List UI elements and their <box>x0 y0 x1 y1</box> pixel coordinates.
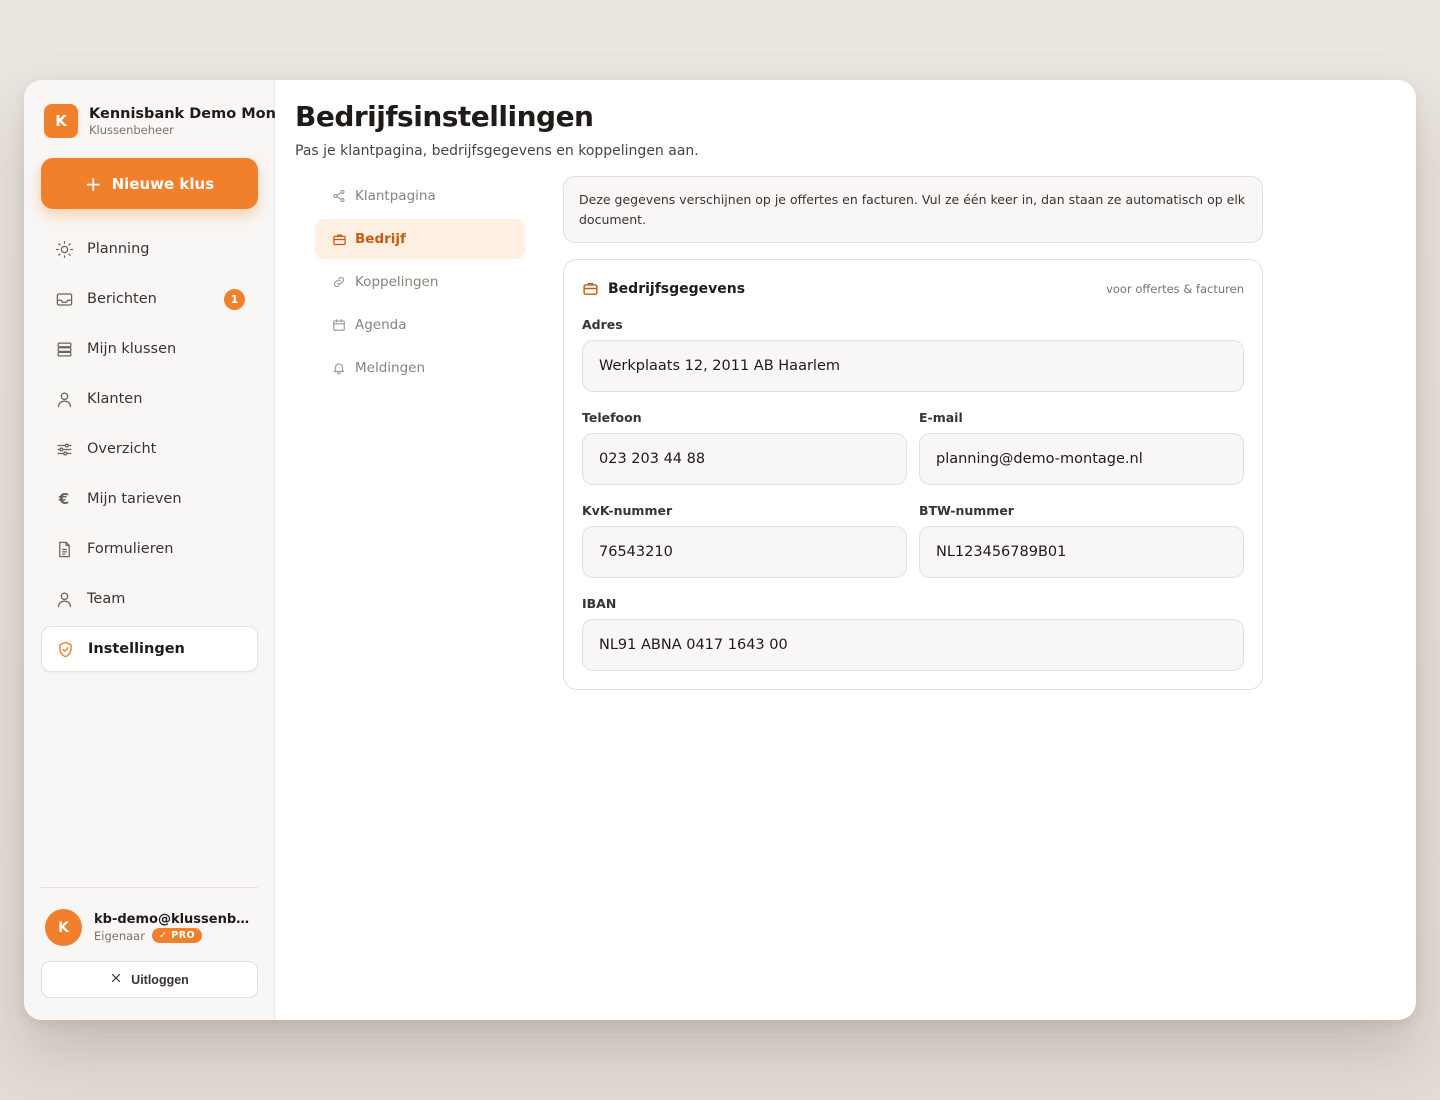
sidebar-divider <box>41 887 258 888</box>
tab-label: Bedrijf <box>355 231 406 247</box>
tab-klantpagina[interactable]: Klantpagina <box>315 176 525 216</box>
sidebar-item-label: Mijn klussen <box>87 341 177 357</box>
sidebar-item-label: Overzicht <box>87 441 157 457</box>
sidebar-item-label: Berichten <box>87 291 157 307</box>
kvk-label: KvK-nummer <box>582 503 673 518</box>
tab-meldingen[interactable]: Meldingen <box>315 348 525 388</box>
user-profile[interactable]: K kb-demo@klussenbeheer.nl Eigenaar ✓ PR… <box>45 909 257 946</box>
sidebar-item-label: Klanten <box>87 391 143 407</box>
sidebar: K Kennisbank Demo Montage Klussenbeheer … <box>24 80 275 1020</box>
kvk-field[interactable]: 76543210 <box>582 526 907 578</box>
sidebar-item-team[interactable]: Team <box>41 576 258 622</box>
address-label: Adres <box>582 317 623 332</box>
link-icon <box>331 275 347 289</box>
sidebar-nav: Planning Berichten 1 Mijn klussen Klante… <box>41 226 258 676</box>
sidebar-item-label: Planning <box>87 241 150 257</box>
sidebar-item-label: Formulieren <box>87 541 174 557</box>
plus-icon: + <box>84 171 102 196</box>
sidebar-item-mijn-tarieven[interactable]: € Mijn tarieven <box>41 476 258 522</box>
user-icon <box>53 388 75 410</box>
shield-check-icon <box>54 638 76 660</box>
plan-label: PRO <box>171 930 196 941</box>
document-icon <box>53 538 75 560</box>
email-field[interactable]: planning@demo-montage.nl <box>919 433 1244 485</box>
sidebar-item-klanten[interactable]: Klanten <box>41 376 258 422</box>
brand-subtitle: Klussenbeheer <box>89 123 174 137</box>
new-job-button[interactable]: + Nieuwe klus <box>41 158 258 209</box>
unread-badge: 1 <box>224 289 245 310</box>
sidebar-item-formulieren[interactable]: Formulieren <box>41 526 258 572</box>
info-notice: Deze gegevens verschijnen op je offertes… <box>563 176 1263 243</box>
avatar: K <box>45 909 82 946</box>
new-job-label: Nieuwe klus <box>111 174 215 193</box>
sidebar-item-overzicht[interactable]: Overzicht <box>41 426 258 472</box>
iban-field[interactable]: NL91 ABNA 0417 1643 00 <box>582 619 1244 671</box>
sidebar-item-planning[interactable]: Planning <box>41 226 258 272</box>
sidebar-item-instellingen[interactable]: Instellingen <box>41 626 258 672</box>
btw-field[interactable]: NL123456789B01 <box>919 526 1244 578</box>
email-label: E-mail <box>919 410 963 425</box>
iban-label: IBAN <box>582 596 617 611</box>
phone-label: Telefoon <box>582 410 642 425</box>
share-icon <box>331 189 347 203</box>
card-title: Bedrijfsgegevens <box>608 280 746 297</box>
pro-badge: ✓ PRO <box>151 928 203 943</box>
check-icon: ✓ <box>158 930 168 941</box>
user-role: Eigenaar <box>94 928 145 943</box>
brand-logo: K <box>44 104 78 138</box>
tab-agenda[interactable]: Agenda <box>315 305 525 345</box>
logout-label: Uitloggen <box>131 972 189 987</box>
settings-subnav: Klantpagina Bedrijf Koppelingen Agenda M… <box>315 176 525 391</box>
tab-label: Klantpagina <box>355 188 436 204</box>
briefcase-icon <box>582 280 599 297</box>
stack-icon <box>53 338 75 360</box>
euro-icon: € <box>58 490 70 508</box>
tab-label: Agenda <box>355 317 407 333</box>
address-field[interactable]: Werkplaats 12, 2011 AB Haarlem <box>582 340 1244 392</box>
tab-label: Meldingen <box>355 360 426 376</box>
sidebar-item-mijn-klussen[interactable]: Mijn klussen <box>41 326 258 372</box>
brand[interactable]: K Kennisbank Demo Montage Klussenbeheer <box>44 104 275 138</box>
sidebar-item-label: Instellingen <box>88 641 185 657</box>
page-title: Bedrijfsinstellingen <box>295 100 594 133</box>
inbox-icon <box>53 288 75 310</box>
bell-icon <box>331 361 347 375</box>
main-content: Bedrijfsinstellingen Pas je klantpagina,… <box>275 80 1416 1020</box>
calendar-icon <box>331 318 347 332</box>
sidebar-item-berichten[interactable]: Berichten 1 <box>41 276 258 322</box>
logout-button[interactable]: Uitloggen <box>41 961 258 998</box>
sidebar-item-label: Team <box>87 591 126 607</box>
tab-koppelingen[interactable]: Koppelingen <box>315 262 525 302</box>
card-hint: voor offertes & facturen <box>1106 281 1244 296</box>
tab-label: Koppelingen <box>355 274 439 290</box>
phone-field[interactable]: 023 203 44 88 <box>582 433 907 485</box>
briefcase-icon <box>331 232 347 247</box>
brand-name: Kennisbank Demo Montage <box>89 106 275 122</box>
company-details-card: Bedrijfsgegevens voor offertes & facture… <box>563 259 1263 690</box>
app-window: K Kennisbank Demo Montage Klussenbeheer … <box>24 80 1416 1020</box>
btw-label: BTW-nummer <box>919 503 1014 518</box>
close-icon <box>110 972 122 987</box>
sliders-icon <box>53 438 75 460</box>
sidebar-item-label: Mijn tarieven <box>87 491 182 507</box>
tab-bedrijf[interactable]: Bedrijf <box>315 219 525 259</box>
sun-icon <box>53 238 75 260</box>
page-subtitle: Pas je klantpagina, bedrijfsgegevens en … <box>295 143 699 159</box>
user-email: kb-demo@klussenbeheer.nl <box>94 912 252 927</box>
user-icon <box>53 588 75 610</box>
